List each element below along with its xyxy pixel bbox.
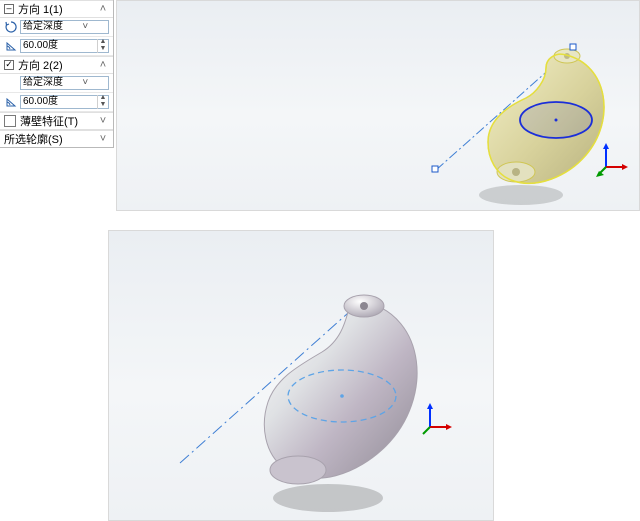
- viewport-result[interactable]: [108, 230, 494, 521]
- reverse-icon[interactable]: [4, 20, 18, 34]
- spin-down-icon[interactable]: ▼: [98, 46, 108, 53]
- group-direction2-header[interactable]: ✓ 方向 2(2) ˄: [0, 56, 113, 74]
- thin-feature-checkbox[interactable]: [4, 115, 16, 127]
- direction2-angle-row: 60.00度 ▲ ▼: [0, 93, 113, 112]
- expand-icon: –: [4, 4, 14, 14]
- view-triad[interactable]: [422, 401, 456, 435]
- direction1-end-condition-value: 给定深度: [23, 20, 65, 34]
- contours-label: 所选轮廓(S): [4, 131, 63, 147]
- blank-icon: [4, 76, 18, 90]
- direction1-angle-value: 60.00度: [21, 40, 97, 52]
- direction1-angle-row: 60.00度 ▲ ▼: [0, 37, 113, 56]
- group-thin-feature-header[interactable]: 薄壁特征(T) ˅: [0, 112, 113, 130]
- direction1-end-condition-row: 给定深度 ˅: [0, 18, 113, 37]
- direction2-end-condition-row: 给定深度 ˅: [0, 74, 113, 93]
- expand-icon[interactable]: ˅: [97, 115, 109, 127]
- direction2-end-condition-value: 给定深度: [23, 76, 65, 90]
- direction2-angle-input[interactable]: 60.00度 ▲ ▼: [20, 95, 109, 109]
- expand-icon[interactable]: ˅: [97, 133, 109, 145]
- angle-icon: [4, 95, 18, 109]
- direction1-end-condition-select[interactable]: 给定深度 ˅: [20, 20, 109, 34]
- chevron-down-icon: ˅: [65, 76, 107, 90]
- thin-feature-label: 薄壁特征(T): [20, 113, 78, 129]
- direction2-angle-value: 60.00度: [21, 96, 97, 108]
- viewport-preview[interactable]: [116, 0, 640, 211]
- spin-down-icon[interactable]: ▼: [98, 102, 108, 109]
- model-preview: [116, 0, 640, 211]
- group-direction2-title: 方向 2(2): [18, 57, 63, 73]
- chevron-down-icon: ˅: [65, 20, 107, 34]
- model-result: [108, 230, 494, 521]
- expand-icon: ✓: [4, 60, 14, 70]
- property-panel: – 方向 1(1) ˄ 给定深度 ˅ 60.00度 ▲ ▼: [0, 0, 114, 148]
- angle-icon: [4, 39, 18, 53]
- direction1-angle-input[interactable]: 60.00度 ▲ ▼: [20, 39, 109, 53]
- group-contours-header[interactable]: 所选轮廓(S) ˅: [0, 130, 113, 148]
- collapse-icon[interactable]: ˄: [97, 3, 109, 15]
- direction2-end-condition-select[interactable]: 给定深度 ˅: [20, 76, 109, 90]
- view-triad[interactable]: [596, 141, 632, 177]
- group-direction1-title: 方向 1(1): [18, 1, 63, 17]
- collapse-icon[interactable]: ˄: [97, 59, 109, 71]
- group-direction1-header[interactable]: – 方向 1(1) ˄: [0, 0, 113, 18]
